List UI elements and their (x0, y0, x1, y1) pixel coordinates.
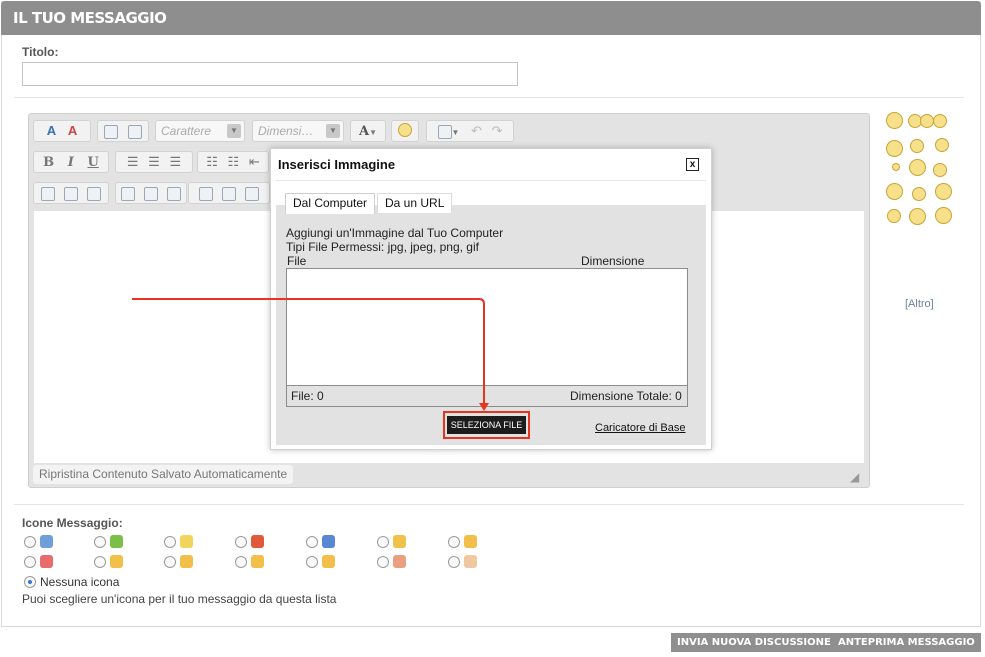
annotation-arrow (132, 298, 489, 411)
arrow-line (132, 298, 485, 405)
arrow-head (479, 403, 489, 411)
